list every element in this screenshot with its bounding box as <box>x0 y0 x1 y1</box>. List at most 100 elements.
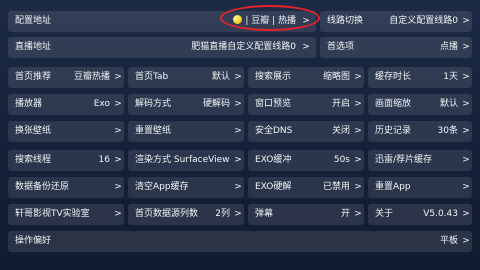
chevron-right-icon: > <box>462 16 470 26</box>
setting-render-mode[interactable]: 渲染方式 SurfaceView > <box>128 150 244 171</box>
setting-label: 首页数据源列数 <box>135 209 199 219</box>
settings-row: 搜索线程 16 > 渲染方式 SurfaceView > EXO缓冲 50s >… <box>8 150 472 171</box>
setting-label: 重置App <box>375 182 411 192</box>
setting-operation-preference[interactable]: 操作偏好 平板 > <box>8 231 472 252</box>
chevron-right-icon: > <box>462 126 470 136</box>
setting-label: 搜索展示 <box>255 72 292 82</box>
sun-icon <box>233 15 242 24</box>
setting-danmaku[interactable]: 弹幕 开 > <box>248 204 364 225</box>
setting-clear-cache[interactable]: 清空App缓存 > <box>128 177 244 198</box>
setting-player[interactable]: 播放器 Exo > <box>8 94 124 115</box>
chevron-right-icon: > <box>114 99 122 109</box>
setting-value: 开启 <box>331 99 350 109</box>
setting-config-address[interactable]: 配置地址 | 豆瓣 | 热播 > <box>8 11 316 32</box>
setting-value: 默认 <box>211 72 230 82</box>
chevron-right-icon: > <box>234 182 242 192</box>
chevron-right-icon: > <box>462 42 470 52</box>
setting-label: 首页推荐 <box>15 72 52 82</box>
setting-label: 首选项 <box>327 42 355 52</box>
setting-label: 弹幕 <box>255 209 274 219</box>
setting-value: 开 <box>340 209 350 219</box>
setting-home-recommend[interactable]: 首页推荐 豆瓣热播 > <box>8 67 124 88</box>
chevron-right-icon: > <box>234 209 242 219</box>
setting-tv-lab[interactable]: 轩哥影视TV实验室 > <box>8 204 124 225</box>
setting-home-tab[interactable]: 首页Tab 默认 > <box>128 67 244 88</box>
setting-secure-dns[interactable]: 安全DNS 关闭 > <box>248 121 364 142</box>
setting-search-threads[interactable]: 搜索线程 16 > <box>8 150 124 171</box>
setting-change-wallpaper[interactable]: 换张壁纸 > <box>8 121 124 142</box>
setting-line-switch[interactable]: 线路切换 自定义配置线路0 > <box>320 11 472 32</box>
chevron-right-icon: > <box>302 16 310 26</box>
chevron-right-icon: > <box>234 126 242 136</box>
setting-value: 16 <box>98 155 110 165</box>
setting-value: 2列 <box>215 209 230 219</box>
setting-value: 30条 <box>437 126 458 136</box>
chevron-right-icon: > <box>462 182 470 192</box>
chevron-right-icon: > <box>462 209 470 219</box>
setting-label: 历史记录 <box>375 126 412 136</box>
setting-label: 换张壁纸 <box>15 126 52 136</box>
setting-value: 豆瓣热播 <box>73 72 110 82</box>
chevron-right-icon: > <box>234 72 242 82</box>
settings-row: 轩哥影视TV实验室 > 首页数据源列数 2列 > 弹幕 开 > 关于 V5.0.… <box>8 204 472 225</box>
setting-label: 线路切换 <box>327 16 364 26</box>
chevron-right-icon: > <box>114 72 122 82</box>
setting-thunder-cache[interactable]: 迅雷/荐片缓存 > <box>368 150 472 171</box>
setting-reset-wallpaper[interactable]: 重置壁纸 > <box>128 121 244 142</box>
settings-row: 直播地址 肥猫直播自定义配置线路0 > 首选项 点播 > <box>8 37 472 58</box>
setting-label: 解码方式 <box>135 99 172 109</box>
setting-label: 安全DNS <box>255 126 293 136</box>
setting-search-display[interactable]: 搜索展示 缩略图 > <box>248 67 364 88</box>
setting-label: 首页Tab <box>135 72 169 82</box>
chevron-right-icon: > <box>462 99 470 109</box>
chevron-right-icon: > <box>302 42 310 52</box>
setting-label: 清空App缓存 <box>135 182 189 192</box>
setting-window-preview[interactable]: 窗口预览 开启 > <box>248 94 364 115</box>
chevron-right-icon: > <box>462 155 470 165</box>
setting-value: 肥猫直播自定义配置线路0 <box>191 42 296 52</box>
settings-row: 播放器 Exo > 解码方式 硬解码 > 窗口预览 开启 > 画面缩放 默认 > <box>8 94 472 115</box>
setting-live-address[interactable]: 直播地址 肥猫直播自定义配置线路0 > <box>8 37 316 58</box>
setting-value: 50s <box>333 155 350 165</box>
settings-row: 数据备份还原 > 清空App缓存 > EXO硬解 已禁用 > 重置App > <box>8 177 472 198</box>
setting-value: 自定义配置线路0 <box>389 16 458 26</box>
settings-row: 首页推荐 豆瓣热播 > 首页Tab 默认 > 搜索展示 缩略图 > 缓存时长 1… <box>8 67 472 88</box>
setting-label: 关于 <box>375 209 394 219</box>
setting-label: 渲染方式 SurfaceView <box>135 155 230 165</box>
setting-history[interactable]: 历史记录 30条 > <box>368 121 472 142</box>
setting-home-columns[interactable]: 首页数据源列数 2列 > <box>128 204 244 225</box>
setting-backup-restore[interactable]: 数据备份还原 > <box>8 177 124 198</box>
setting-value: Exo <box>93 99 110 109</box>
setting-label: 配置地址 <box>15 16 52 26</box>
setting-label: 搜索线程 <box>15 155 52 165</box>
setting-label: EXO硬解 <box>255 182 292 192</box>
setting-exo-buffer[interactable]: EXO缓冲 50s > <box>248 150 364 171</box>
setting-about[interactable]: 关于 V5.0.43 > <box>368 204 472 225</box>
setting-value: 硬解码 <box>202 99 230 109</box>
setting-picture-scale[interactable]: 画面缩放 默认 > <box>368 94 472 115</box>
setting-label: 数据备份还原 <box>15 182 70 192</box>
setting-decode-mode[interactable]: 解码方式 硬解码 > <box>128 94 244 115</box>
setting-value: | 豆瓣 | 热播 <box>245 16 296 26</box>
setting-value: 点播 <box>439 42 458 52</box>
chevron-right-icon: > <box>354 72 362 82</box>
chevron-right-icon: > <box>114 126 122 136</box>
setting-cache-duration[interactable]: 缓存时长 1天 > <box>368 67 472 88</box>
setting-reset-app[interactable]: 重置App > <box>368 177 472 198</box>
chevron-right-icon: > <box>354 182 362 192</box>
chevron-right-icon: > <box>354 209 362 219</box>
chevron-right-icon: > <box>114 209 122 219</box>
setting-label: 窗口预览 <box>255 99 292 109</box>
setting-value: 关闭 <box>331 126 350 136</box>
setting-value: 平板 <box>439 236 458 246</box>
setting-exo-hw-decode[interactable]: EXO硬解 已禁用 > <box>248 177 364 198</box>
chevron-right-icon: > <box>462 72 470 82</box>
chevron-right-icon: > <box>234 99 242 109</box>
chevron-right-icon: > <box>462 236 470 246</box>
setting-label: 缓存时长 <box>375 72 412 82</box>
settings-screen: 配置地址 | 豆瓣 | 热播 > 线路切换 自定义配置线路0 > 直播地址 肥猫… <box>0 0 480 270</box>
setting-preference[interactable]: 首选项 点播 > <box>320 37 472 58</box>
setting-label: 重置壁纸 <box>135 126 172 136</box>
setting-label: EXO缓冲 <box>255 155 292 165</box>
settings-row: 操作偏好 平板 > <box>8 231 472 252</box>
